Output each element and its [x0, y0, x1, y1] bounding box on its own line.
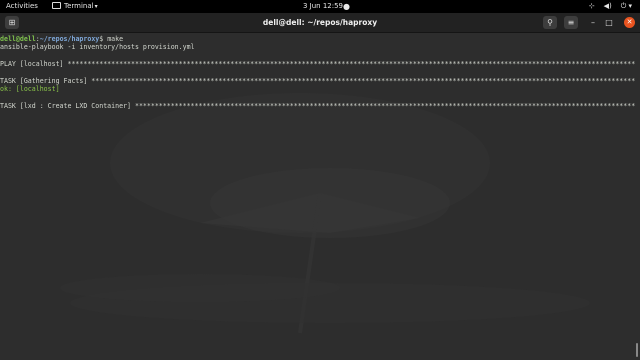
play-line: PLAY [localhost] ***********************… — [0, 60, 636, 69]
hamburger-menu-icon: ≡ — [567, 18, 575, 27]
activities-button[interactable]: Activities — [6, 0, 38, 13]
power-icon: ⏻ ▾ — [620, 2, 632, 10]
top-bar: Activities Terminal▾ 3 Jun 12:59 ● ⊹ ◀) ⏻ … — [0, 0, 640, 13]
new-tab-button[interactable]: ⊞ — [5, 16, 19, 29]
volume-icon: ◀) — [603, 2, 612, 10]
minimize-icon: – — [591, 18, 595, 27]
app-menu-label: Terminal — [64, 2, 94, 10]
scrollbar[interactable] — [636, 343, 638, 357]
terminal-area[interactable]: dell@dell:~/repos/haproxy$ make ansible-… — [0, 33, 640, 360]
close-icon: ✕ — [626, 18, 633, 26]
prompt-path: ~/repos/haproxy — [39, 35, 100, 43]
task-line: TASK [lxd : Create LXD Container] ******… — [0, 102, 636, 111]
terminal-output: dell@dell:~/repos/haproxy$ make ansible-… — [0, 35, 640, 111]
new-tab-icon: ⊞ — [8, 18, 16, 27]
close-button[interactable]: ✕ — [624, 17, 635, 28]
system-tray[interactable]: ⊹ ◀) ⏻ ▾ — [580, 0, 632, 13]
task-line: TASK [Gathering Facts] *****************… — [0, 76, 636, 85]
menu-button[interactable]: ≡ — [564, 16, 578, 29]
network-icon: ⊹ — [588, 2, 595, 10]
prompt-line: dell@dell:~/repos/haproxy$ make — [0, 35, 640, 43]
minimize-button[interactable]: – — [587, 16, 599, 29]
prompt-user: dell@dell — [0, 35, 36, 43]
command-line: ansible-playbook -i inventory/hosts prov… — [0, 43, 195, 52]
notification-dot-icon: ● — [343, 2, 350, 11]
search-button[interactable]: ⚲ — [543, 16, 557, 29]
maximize-icon: □ — [605, 18, 613, 27]
terminal-app-icon — [52, 2, 61, 9]
chevron-down-icon: ▾ — [94, 3, 98, 10]
app-menu[interactable]: Terminal▾ — [52, 0, 98, 13]
ok-line: ok: [localhost] — [0, 85, 60, 94]
window-titlebar[interactable]: dell@dell: ~/repos/haproxy ⊞ ⚲ ≡ – □ ✕ — [0, 13, 640, 33]
prompt-command: $ make — [99, 35, 124, 43]
maximize-button[interactable]: □ — [603, 16, 615, 29]
search-icon: ⚲ — [547, 18, 553, 27]
clock[interactable]: 3 Jun 12:59 — [303, 0, 343, 13]
